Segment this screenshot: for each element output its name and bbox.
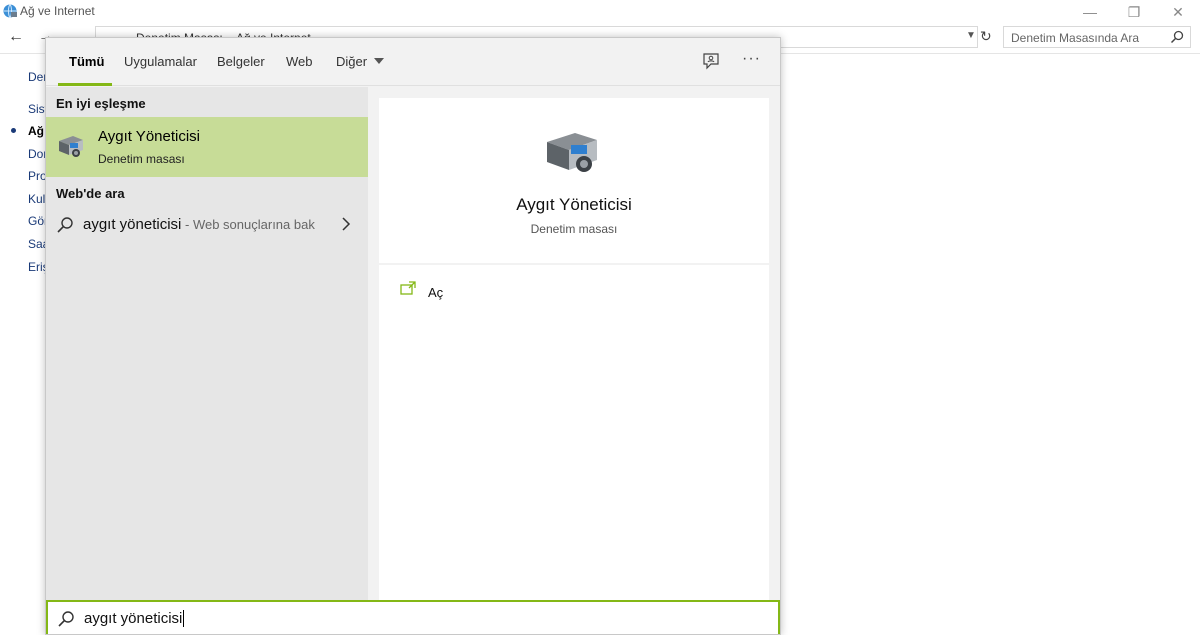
search-icon — [57, 217, 73, 233]
address-dropdown-icon[interactable]: ▼ — [966, 30, 976, 41]
left-nav-item[interactable]: Pro — [28, 169, 47, 183]
back-arrow-icon[interactable]: ← — [8, 28, 24, 46]
search-flyout: Tümü Uygulamalar Belgeler Web Diğer ··· … — [45, 37, 781, 635]
restore-button[interactable]: ❐ — [1112, 0, 1156, 24]
network-globe-icon — [3, 4, 17, 18]
open-action[interactable]: Aç — [428, 285, 443, 300]
control-panel-search-input[interactable]: Denetim Masasında Ara — [1003, 26, 1191, 48]
device-manager-icon — [59, 136, 83, 157]
open-icon — [400, 281, 416, 295]
web-hint: - Web sonuçlarına bak — [181, 217, 315, 232]
text-caret — [183, 609, 185, 627]
web-search-result[interactable]: aygıt yöneticisi - Web sonuçlarına bak — [46, 212, 368, 238]
tab-other[interactable]: Diğer — [336, 54, 385, 69]
feedback-icon[interactable] — [702, 52, 720, 70]
best-match-subtitle: Denetim masası — [98, 152, 185, 166]
search-input-text: aygıt yöneticisi — [84, 609, 185, 628]
search-icon — [58, 611, 74, 627]
tab-other-label: Diğer — [336, 54, 368, 69]
best-match-heading: En iyi eşleşme — [56, 96, 146, 111]
search-input[interactable]: aygıt yöneticisi — [46, 600, 780, 634]
detail-card: Aygıt Yöneticisi Denetim masası — [379, 98, 769, 263]
best-match-title: Aygıt Yöneticisi — [98, 128, 201, 145]
detail-title: Aygıt Yöneticisi — [516, 195, 632, 214]
close-button[interactable]: ✕ — [1156, 0, 1200, 24]
active-tab-indicator — [58, 83, 112, 86]
refresh-icon[interactable]: ↻ — [980, 28, 992, 45]
web-search-heading: Web'de ara — [56, 186, 125, 201]
window-title: Ağ ve Internet — [20, 4, 95, 18]
tab-all[interactable]: Tümü — [69, 54, 104, 69]
current-item-bullet — [11, 128, 16, 133]
search-tabs: Tümü Uygulamalar Belgeler Web Diğer ··· — [46, 38, 780, 86]
more-options-icon[interactable]: ··· — [742, 50, 761, 68]
web-query: aygıt yöneticisi — [83, 216, 182, 233]
actions-card: Aç — [379, 265, 769, 600]
web-query-text: aygıt yöneticisi - Web sonuçlarına bak — [83, 216, 315, 233]
results-pane: En iyi eşleşme Aygıt Yöneticisi Denetim … — [46, 87, 368, 600]
preview-pane: Aygıt Yöneticisi Denetim masası Aç — [368, 87, 780, 600]
tab-web[interactable]: Web — [286, 54, 313, 69]
minimize-button[interactable]: — — [1068, 0, 1112, 24]
search-input-value: aygıt yöneticisi — [84, 610, 183, 627]
chevron-right-icon[interactable] — [341, 216, 351, 232]
tab-apps[interactable]: Uygulamalar — [124, 54, 197, 69]
search-placeholder: Denetim Masasında Ara — [1011, 31, 1140, 45]
device-manager-icon — [547, 133, 597, 172]
chevron-down-icon — [374, 57, 385, 64]
search-icon[interactable] — [1170, 30, 1184, 44]
tab-documents[interactable]: Belgeler — [217, 54, 265, 69]
detail-subtitle: Denetim masası — [530, 222, 618, 236]
left-nav-item-current[interactable]: Ağ — [28, 124, 44, 138]
title-bar: Ağ ve Internet — ❐ ✕ — [0, 0, 1200, 24]
best-match-result[interactable]: Aygıt Yöneticisi Denetim masası — [46, 117, 368, 177]
